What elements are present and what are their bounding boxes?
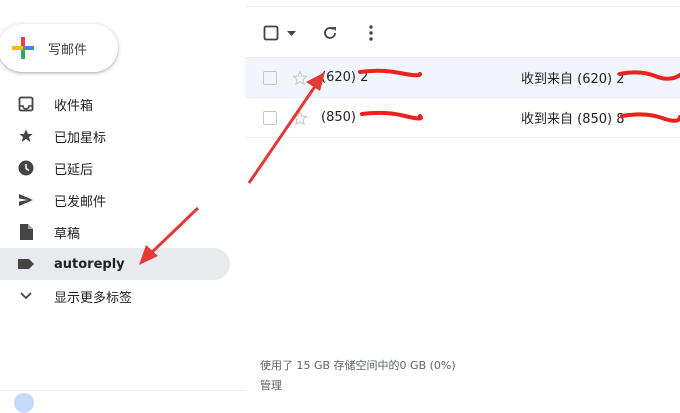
storage-usage-text: 使用了 15 GB 存储空间中的0 GB (0%) bbox=[260, 359, 456, 372]
star-icon bbox=[16, 126, 36, 146]
compose-button[interactable]: 写邮件 bbox=[0, 24, 118, 72]
sidebar-item-label: 显示更多标签 bbox=[54, 290, 133, 306]
sidebar-item-label: 草稿 bbox=[54, 226, 81, 242]
sidebar-item-more-labels[interactable]: 显示更多标签 bbox=[0, 280, 230, 312]
draft-icon bbox=[16, 222, 36, 242]
sidebar-item-autoreply[interactable]: autoreply bbox=[0, 248, 230, 280]
plus-icon bbox=[12, 37, 34, 59]
manage-storage-link[interactable]: 管理 bbox=[260, 377, 282, 393]
chevron-down-icon bbox=[16, 286, 36, 306]
inbox-icon bbox=[16, 94, 36, 114]
row-checkbox[interactable] bbox=[263, 110, 277, 125]
sidebar-nav: 收件箱 已加星标 已延后 已发邮件 草稿 autoreply 显示更多标签 bbox=[0, 88, 230, 312]
top-divider bbox=[245, 6, 680, 7]
mail-list: (620) 2 收到来自 (620) 2 (850) 收到来自 (850) 8 bbox=[245, 57, 680, 138]
sidebar-item-label: 已加星标 bbox=[54, 130, 107, 146]
clock-icon bbox=[16, 158, 36, 178]
sidebar-item-label: 收件箱 bbox=[54, 98, 94, 114]
refresh-button[interactable] bbox=[320, 16, 340, 50]
sidebar-item-snoozed[interactable]: 已延后 bbox=[0, 152, 230, 184]
sidebar-item-label: autoreply bbox=[54, 256, 125, 272]
compose-label: 写邮件 bbox=[48, 42, 88, 58]
email-sender: (850) bbox=[321, 110, 356, 125]
more-button[interactable] bbox=[361, 16, 381, 50]
sidebar: 写邮件 收件箱 已加星标 已延后 已发邮件 草稿 autoreply 显示更多标… bbox=[0, 0, 245, 413]
sidebar-item-label: 已延后 bbox=[54, 162, 94, 178]
checkbox-icon bbox=[263, 25, 279, 41]
sidebar-item-drafts[interactable]: 草稿 bbox=[0, 216, 230, 248]
email-subject: 收到来自 (850) 8 bbox=[521, 112, 625, 127]
more-vert-icon bbox=[369, 25, 373, 41]
sidebar-item-sent[interactable]: 已发邮件 bbox=[0, 184, 230, 216]
sidebar-item-starred[interactable]: 已加星标 bbox=[0, 120, 230, 152]
sidebar-item-inbox[interactable]: 收件箱 bbox=[0, 88, 230, 120]
main-panel: (620) 2 收到来自 (620) 2 (850) 收到来自 (850) 8 … bbox=[245, 0, 680, 400]
email-row[interactable]: (850) 收到来自 (850) 8 bbox=[245, 98, 680, 138]
avatar[interactable] bbox=[14, 393, 34, 413]
toolbar bbox=[245, 16, 680, 50]
refresh-icon bbox=[324, 27, 336, 39]
email-sender: (620) 2 bbox=[321, 70, 369, 85]
send-icon bbox=[16, 190, 36, 210]
row-checkbox[interactable] bbox=[263, 70, 277, 85]
label-icon bbox=[16, 254, 36, 274]
caret-down-icon bbox=[286, 30, 296, 36]
sidebar-item-label: 已发邮件 bbox=[54, 194, 107, 210]
select-all-checkbox[interactable] bbox=[261, 16, 281, 50]
sidebar-divider bbox=[0, 390, 245, 391]
email-subject: 收到来自 (620) 2 bbox=[521, 72, 625, 87]
star-outline-icon[interactable] bbox=[292, 109, 308, 126]
select-menu-button[interactable] bbox=[284, 16, 298, 50]
star-outline-icon[interactable] bbox=[292, 69, 308, 86]
email-row[interactable]: (620) 2 收到来自 (620) 2 bbox=[245, 57, 680, 98]
